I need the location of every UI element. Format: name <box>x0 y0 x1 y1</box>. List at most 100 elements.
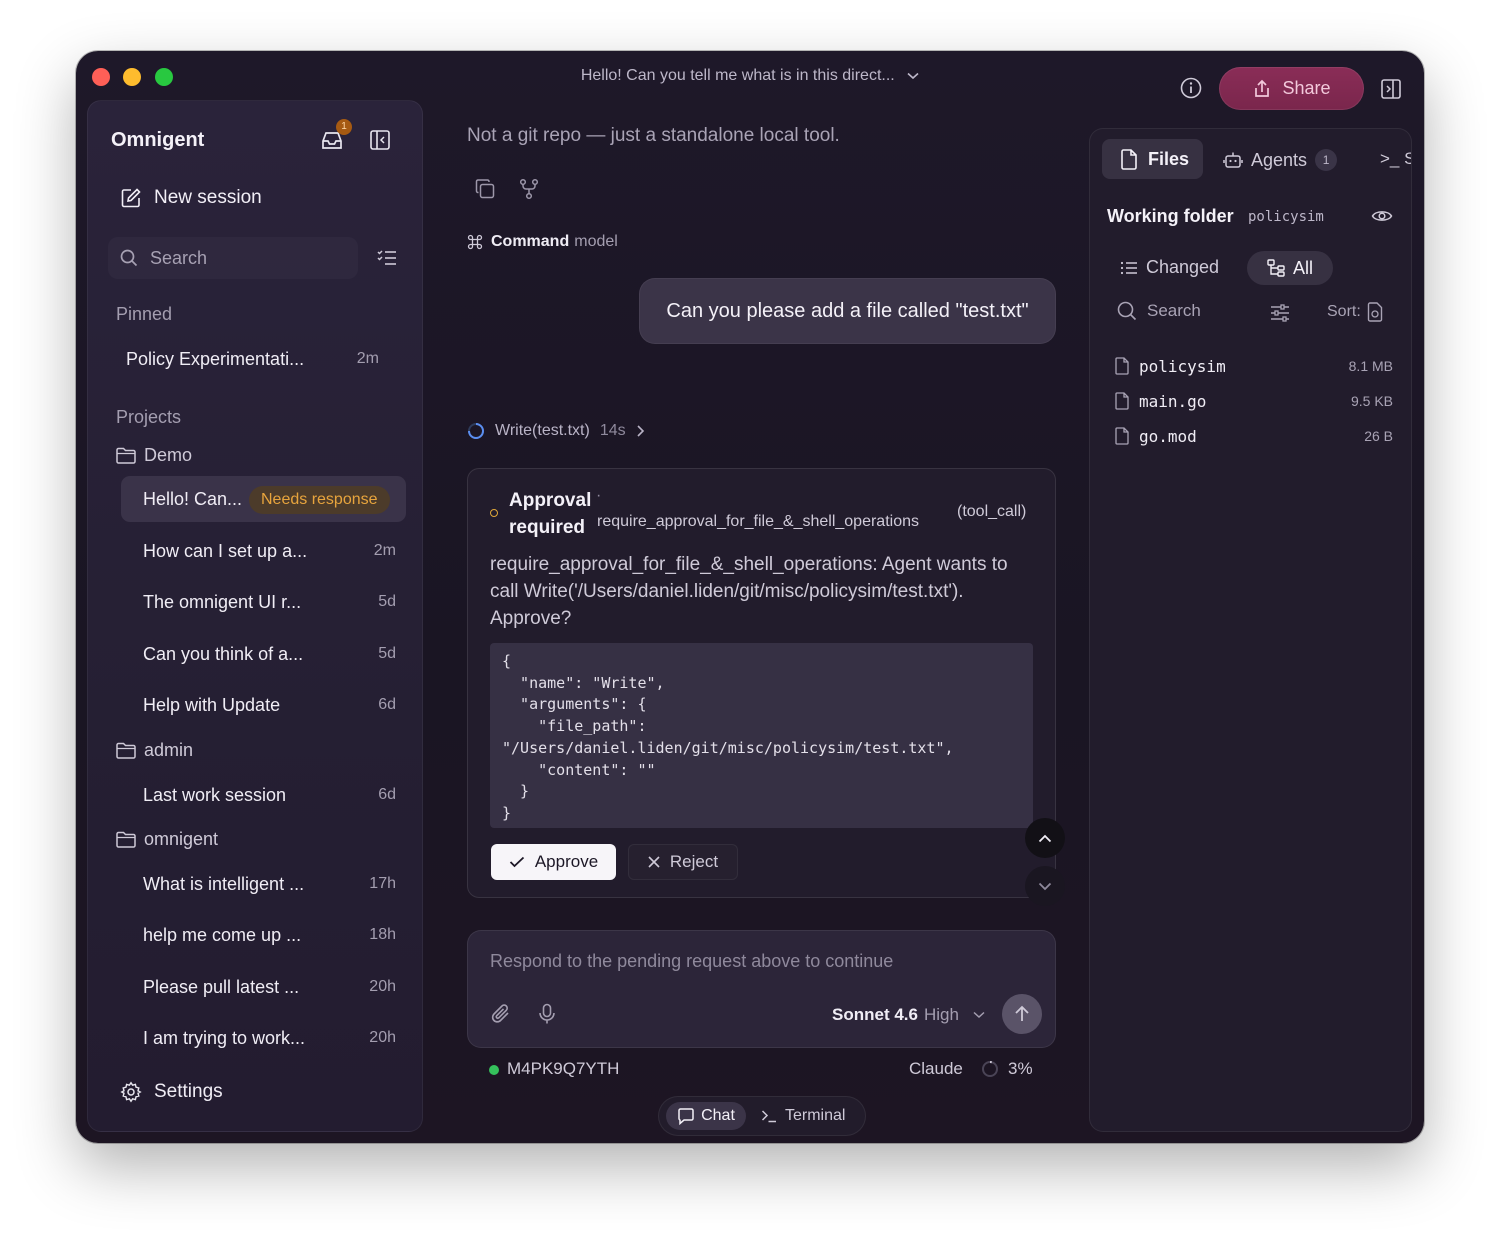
file-icon <box>1115 357 1129 375</box>
chat-mode-label: Chat <box>701 1107 735 1124</box>
chevron-up-icon <box>1038 834 1052 843</box>
project-folder-demo[interactable]: Demo <box>116 445 192 466</box>
sort-button[interactable]: Sort: <box>1327 302 1383 322</box>
file-icon <box>1115 392 1129 410</box>
folder-icon <box>116 742 136 759</box>
reject-button[interactable]: Reject <box>628 844 738 880</box>
spinner-icon <box>467 422 485 440</box>
approve-label: Approve <box>534 852 599 871</box>
tab-terminal[interactable]: >_ S <box>1380 149 1411 169</box>
microphone-icon[interactable] <box>538 1003 556 1025</box>
chat-mode-tab[interactable]: Chat <box>666 1102 746 1130</box>
project-folder-admin[interactable]: admin <box>116 740 193 761</box>
info-icon[interactable] <box>1180 77 1202 99</box>
session-label: Policy Experimentati... <box>126 348 305 369</box>
file-row[interactable]: policysim 8.1 MB <box>1115 353 1393 379</box>
session-item[interactable]: The omnigent UI r... 5d <box>121 579 406 625</box>
assistant-message: Not a git repo — just a standalone local… <box>467 125 840 146</box>
file-search-input[interactable]: Search <box>1117 301 1201 321</box>
session-item[interactable]: Can you think of a... 5d <box>121 631 406 677</box>
session-label: help me come up ... <box>143 924 302 945</box>
new-session-button[interactable]: New session <box>120 187 262 209</box>
online-status-dot <box>489 1065 499 1075</box>
session-item[interactable]: Last work session 6d <box>121 772 406 818</box>
session-label: Help with Update <box>143 694 281 715</box>
folder-icon <box>116 831 136 848</box>
fork-icon[interactable] <box>518 178 540 200</box>
mode-toggle: Chat Terminal <box>658 1096 866 1136</box>
tool-call-elapsed: 14s <box>599 422 626 439</box>
session-item[interactable]: I am trying to work... 20h <box>121 1015 406 1061</box>
tab-agents-label: Agents <box>1251 149 1308 170</box>
send-button[interactable] <box>1002 994 1042 1034</box>
file-search-placeholder: Search <box>1147 301 1201 320</box>
session-item[interactable]: Please pull latest ... 20h <box>121 964 406 1010</box>
agents-count-badge: 1 <box>1315 149 1338 171</box>
working-folder-name: policysim <box>1248 209 1324 225</box>
collapse-sidebar-icon[interactable] <box>369 129 391 151</box>
session-item-active[interactable]: Hello! Can... Needs response <box>121 476 406 522</box>
terminal-mode-tab[interactable]: Terminal <box>761 1107 845 1125</box>
approve-button[interactable]: Approve <box>491 844 616 880</box>
new-session-label: New session <box>154 187 262 208</box>
file-size: 8.1 MB <box>1348 358 1393 374</box>
session-time: 18h <box>369 926 396 943</box>
right-panel-toggle-icon[interactable] <box>1380 78 1402 100</box>
folder-icon <box>116 447 136 464</box>
filter-all-label: All <box>1292 257 1313 278</box>
copy-icon[interactable] <box>474 178 496 200</box>
share-button[interactable]: Share <box>1219 67 1364 110</box>
filter-changed-tab[interactable]: Changed <box>1120 257 1219 278</box>
scroll-up-button[interactable] <box>1025 818 1065 858</box>
approval-title: Approval required <box>509 490 592 538</box>
settings-label: Settings <box>154 1081 223 1102</box>
file-row[interactable]: main.go 9.5 KB <box>1115 388 1393 414</box>
settings-button[interactable]: Settings <box>120 1081 223 1103</box>
session-time: 6d <box>378 696 396 713</box>
chevron-right-icon <box>636 424 646 438</box>
session-time: 2m <box>356 350 379 367</box>
tool-call-arguments-code: { "name": "Write", "arguments": { "file_… <box>490 643 1033 828</box>
session-search-input[interactable]: Search <box>108 237 358 279</box>
file-row[interactable]: go.mod 26 B <box>1115 423 1393 449</box>
search-placeholder: Search <box>150 247 208 268</box>
provider-label: Claude <box>909 1059 963 1078</box>
session-time: 17h <box>369 875 396 892</box>
command-model-row: Command model <box>467 233 618 251</box>
session-label: I am trying to work... <box>143 1027 306 1048</box>
filter-all-tab[interactable]: All <box>1247 251 1333 285</box>
session-item[interactable]: Help with Update 6d <box>121 682 406 728</box>
tool-call-row[interactable]: Write(test.txt) 14s <box>467 422 646 440</box>
tool-call-name: Write(test.txt) <box>495 422 590 439</box>
session-time: 6d <box>378 786 396 803</box>
tab-agents[interactable]: Agents 1 <box>1223 149 1338 171</box>
eye-icon[interactable] <box>1371 208 1393 224</box>
session-item[interactable]: What is intelligent ... 17h <box>121 861 406 907</box>
session-item[interactable]: How can I set up a... 2m <box>121 528 406 574</box>
tab-files[interactable]: Files <box>1102 139 1203 179</box>
reject-label: Reject <box>669 852 719 871</box>
file-size: 9.5 KB <box>1350 393 1393 409</box>
paperclip-icon[interactable] <box>490 1003 512 1025</box>
filter-list-icon[interactable] <box>377 249 397 267</box>
session-time: 2m <box>373 542 396 559</box>
project-folder-omnigent[interactable]: omnigent <box>116 829 218 850</box>
pinned-session-item[interactable]: Policy Experimentati... 2m <box>104 336 389 382</box>
share-icon <box>1252 79 1272 99</box>
session-label: Last work session <box>143 784 287 805</box>
tree-icon <box>1267 259 1285 277</box>
file-size: 26 B <box>1364 428 1393 444</box>
command-label: Command <box>491 233 570 250</box>
files-panel: Files Agents 1 >_ S Working folder polic… <box>1089 128 1412 1132</box>
search-icon <box>1117 301 1137 321</box>
folder-label: omnigent <box>144 829 219 849</box>
composer-input[interactable]: Respond to the pending request above to … <box>490 951 893 972</box>
working-folder-label: Working folder <box>1107 206 1234 226</box>
session-time: 20h <box>369 1029 396 1046</box>
file-icon <box>1115 427 1129 445</box>
model-selector[interactable]: Sonnet 4.6 High <box>832 1005 985 1025</box>
scroll-down-button[interactable] <box>1025 866 1065 906</box>
session-id: M4PK9Q7YTH <box>507 1059 620 1078</box>
session-item[interactable]: help me come up ... 18h <box>121 912 406 958</box>
sliders-icon[interactable] <box>1270 304 1290 322</box>
